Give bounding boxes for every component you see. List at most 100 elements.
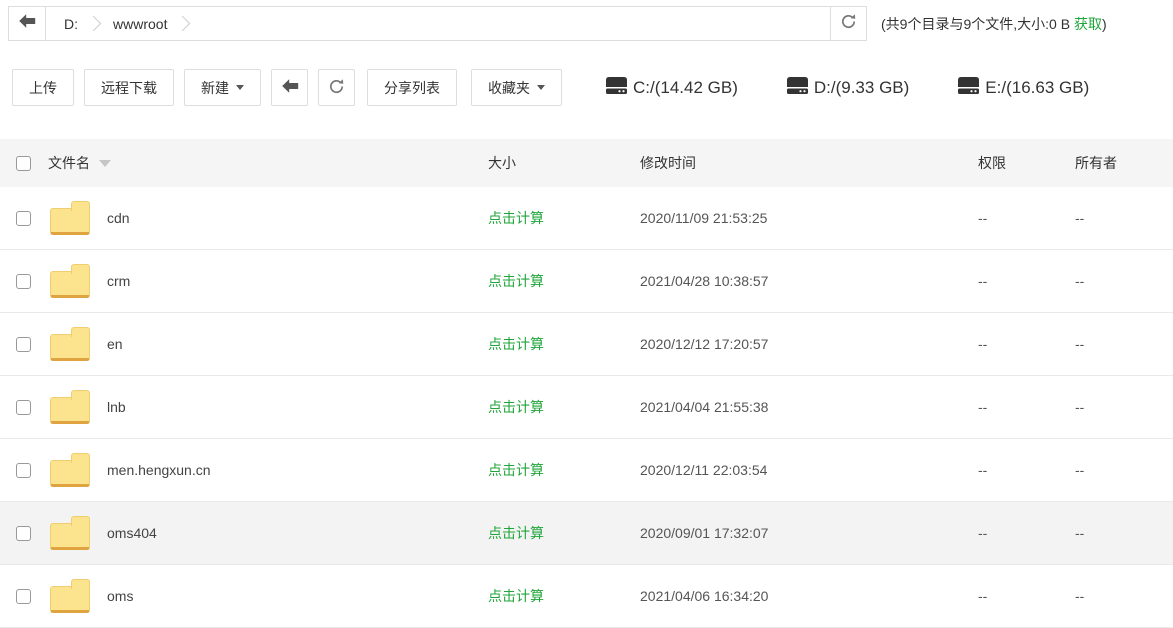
caret-down-icon — [236, 85, 244, 90]
path-refresh-button[interactable] — [830, 7, 866, 40]
table-row[interactable]: lnb 点击计算 2021/04/04 21:55:38 -- -- — [0, 376, 1173, 439]
row-checkbox[interactable] — [16, 526, 31, 541]
disk-label: D:/(9.33 GB) — [814, 78, 909, 98]
modified-time: 2021/04/04 21:55:38 — [640, 399, 978, 415]
folder-icon — [50, 334, 90, 361]
folder-icon — [50, 397, 90, 424]
calc-size-link[interactable]: 点击计算 — [488, 588, 544, 604]
column-header-permission: 权限 — [978, 153, 1075, 173]
back-arrow-icon — [18, 13, 36, 34]
column-header-size: 大小 — [488, 153, 640, 173]
table-row[interactable]: men.hengxun.cn 点击计算 2020/12/11 22:03:54 … — [0, 439, 1173, 502]
hdd-icon — [606, 77, 633, 99]
column-header-name[interactable]: 文件名 — [48, 153, 488, 173]
favorites-dropdown-button[interactable]: 收藏夹 — [471, 69, 562, 106]
share-list-button[interactable]: 分享列表 — [367, 69, 457, 106]
caret-down-icon — [537, 85, 545, 90]
hdd-icon — [958, 77, 985, 99]
file-manager-page: { "colors": { "accent_green": "#20a53a",… — [0, 0, 1173, 628]
directory-summary: (共9个目录与9个文件,大小:0 B 获取 ) — [881, 6, 1107, 41]
calc-size-link[interactable]: 点击计算 — [488, 525, 544, 541]
table-row[interactable]: crm 点击计算 2021/04/28 10:38:57 -- -- — [0, 250, 1173, 313]
permission-value: -- — [978, 525, 1075, 541]
calc-size-link[interactable]: 点击计算 — [488, 462, 544, 478]
file-name[interactable]: oms404 — [107, 525, 157, 541]
calc-size-link[interactable]: 点击计算 — [488, 336, 544, 352]
disk-list: C:/(14.42 GB) D:/(9.33 GB) — [606, 77, 1138, 99]
select-all-checkbox[interactable] — [16, 156, 31, 171]
breadcrumb-bar: D: wwwroot — [8, 6, 867, 41]
disk-item-e[interactable]: E:/(16.63 GB) — [958, 77, 1089, 99]
summary-suffix: ) — [1102, 16, 1107, 32]
new-dropdown-button[interactable]: 新建 — [184, 69, 261, 106]
favorites-label: 收藏夹 — [488, 78, 530, 98]
owner-value: -- — [1075, 525, 1173, 541]
file-name[interactable]: cdn — [107, 210, 130, 226]
row-checkbox[interactable] — [16, 274, 31, 289]
owner-value: -- — [1075, 336, 1173, 352]
row-checkbox[interactable] — [16, 211, 31, 226]
sort-down-icon — [99, 160, 111, 167]
owner-value: -- — [1075, 273, 1173, 289]
calc-size-link[interactable]: 点击计算 — [488, 399, 544, 415]
row-checkbox[interactable] — [16, 400, 31, 415]
permission-value: -- — [978, 399, 1075, 415]
column-header-modified: 修改时间 — [640, 153, 978, 173]
modified-time: 2021/04/06 16:34:20 — [640, 588, 978, 604]
modified-time: 2020/11/09 21:53:25 — [640, 210, 978, 226]
permission-value: -- — [978, 210, 1075, 226]
table-row[interactable]: oms404 点击计算 2020/09/01 17:32:07 -- -- — [0, 502, 1173, 565]
owner-value: -- — [1075, 462, 1173, 478]
column-header-owner: 所有者 — [1075, 153, 1173, 173]
modified-time: 2021/04/28 10:38:57 — [640, 273, 978, 289]
folder-icon — [50, 523, 90, 550]
modified-time: 2020/09/01 17:32:07 — [640, 525, 978, 541]
file-name[interactable]: men.hengxun.cn — [107, 462, 211, 478]
breadcrumb-item-drive[interactable]: D: — [60, 16, 82, 32]
table-header: 文件名 大小 修改时间 权限 所有者 — [0, 139, 1173, 187]
folder-icon — [50, 208, 90, 235]
file-name[interactable]: en — [107, 336, 123, 352]
refresh-button-toolbar[interactable] — [318, 69, 355, 106]
folder-icon — [50, 460, 90, 487]
disk-item-c[interactable]: C:/(14.42 GB) — [606, 77, 738, 99]
refresh-icon — [328, 78, 345, 98]
row-checkbox[interactable] — [16, 463, 31, 478]
disk-label: E:/(16.63 GB) — [985, 78, 1089, 98]
row-checkbox[interactable] — [16, 589, 31, 604]
file-name[interactable]: oms — [107, 588, 133, 604]
upload-button[interactable]: 上传 — [12, 69, 74, 106]
hdd-icon — [787, 77, 814, 99]
disk-item-d[interactable]: D:/(9.33 GB) — [787, 77, 909, 99]
calc-size-link[interactable]: 点击计算 — [488, 273, 544, 289]
modified-time: 2020/12/11 22:03:54 — [640, 462, 978, 478]
table-row[interactable]: en 点击计算 2020/12/12 17:20:57 -- -- — [0, 313, 1173, 376]
calc-size-link[interactable]: 点击计算 — [488, 210, 544, 226]
permission-value: -- — [978, 462, 1075, 478]
back-button-toolbar[interactable] — [271, 69, 308, 106]
table-row[interactable]: cdn 点击计算 2020/11/09 21:53:25 -- -- — [0, 187, 1173, 250]
breadcrumb: D: wwwroot — [46, 7, 830, 40]
file-name[interactable]: lnb — [107, 399, 126, 415]
owner-value: -- — [1075, 588, 1173, 604]
breadcrumb-item-folder[interactable]: wwwroot — [109, 16, 171, 32]
table-row[interactable]: oms 点击计算 2021/04/06 16:34:20 -- -- — [0, 565, 1173, 628]
permission-value: -- — [978, 336, 1075, 352]
column-header-name-label: 文件名 — [48, 153, 90, 173]
folder-icon — [50, 586, 90, 613]
get-size-link[interactable]: 获取 — [1074, 14, 1102, 34]
disk-label: C:/(14.42 GB) — [633, 78, 738, 98]
back-button[interactable] — [9, 7, 46, 40]
file-table: 文件名 大小 修改时间 权限 所有者 cdn 点击计算 2020/11/09 2… — [0, 139, 1173, 628]
chevron-right-icon — [86, 16, 102, 32]
back-arrow-icon — [281, 78, 299, 97]
owner-value: -- — [1075, 210, 1173, 226]
permission-value: -- — [978, 273, 1075, 289]
summary-text: (共9个目录与9个文件,大小:0 B — [881, 14, 1070, 34]
file-name[interactable]: crm — [107, 273, 130, 289]
row-checkbox[interactable] — [16, 337, 31, 352]
remote-download-button[interactable]: 远程下载 — [84, 69, 174, 106]
refresh-icon — [840, 13, 857, 35]
modified-time: 2020/12/12 17:20:57 — [640, 336, 978, 352]
toolbar: 上传 远程下载 新建 分享列表 收藏夹 — [12, 69, 1173, 106]
